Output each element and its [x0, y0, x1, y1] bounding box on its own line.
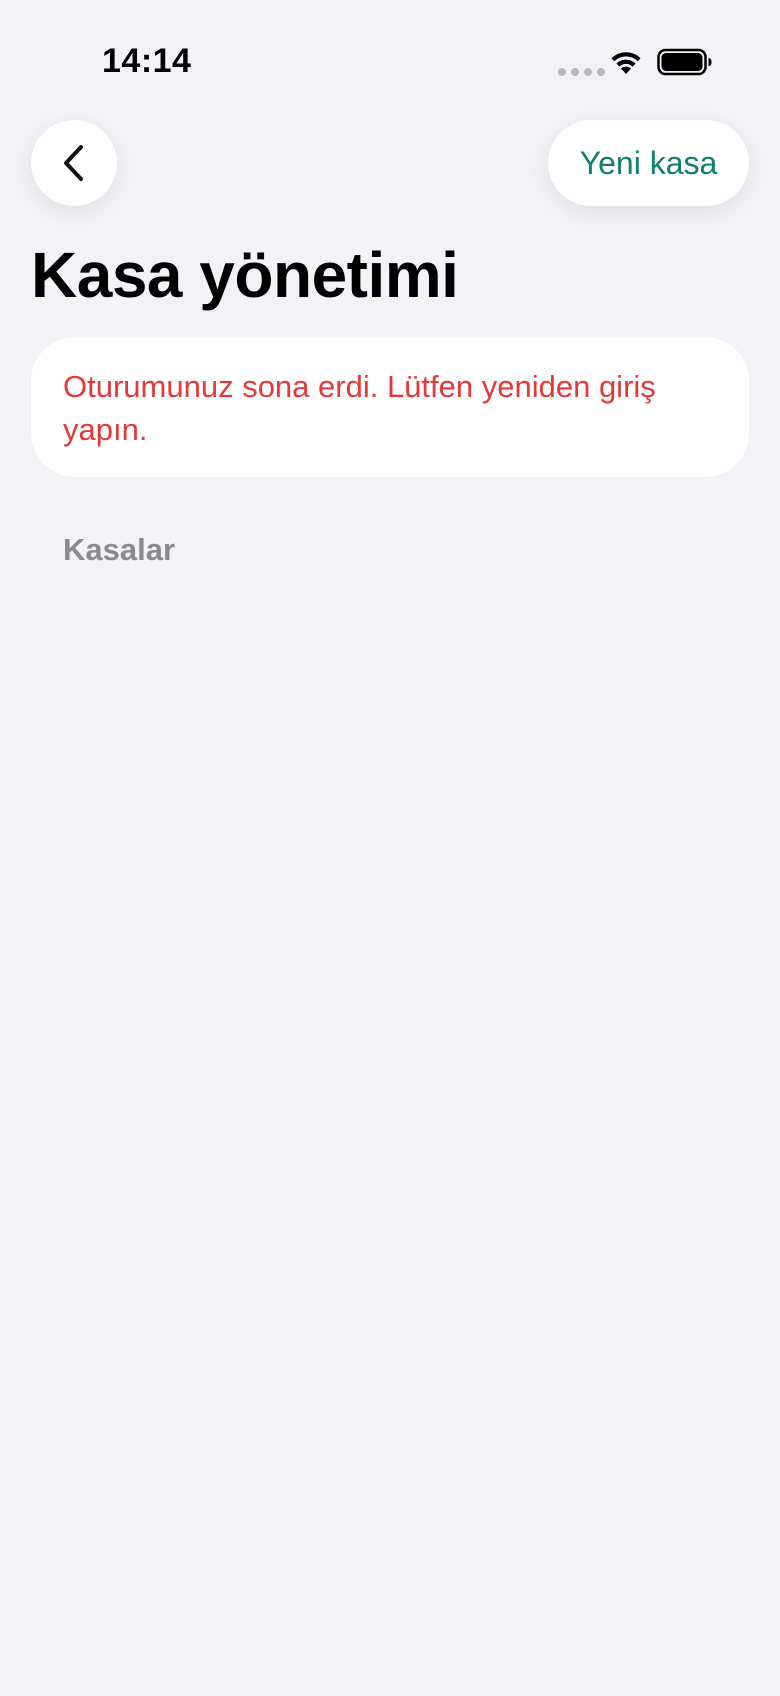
page-title: Kasa yönetimi — [31, 239, 459, 311]
chevron-left-icon — [64, 145, 83, 181]
vaults-section-label: Kasalar — [63, 532, 176, 567]
back-button[interactable] — [31, 120, 117, 206]
wifi-icon — [611, 52, 641, 74]
cellular-signal-icon — [558, 68, 605, 76]
status-bar: 14:14 — [0, 0, 780, 120]
status-time: 14:14 — [102, 42, 192, 80]
new-vault-button[interactable]: Yeni kasa — [548, 120, 749, 206]
error-card: Oturumunuz sona erdi. Lütfen yeniden gir… — [31, 337, 749, 477]
battery-icon — [657, 48, 712, 76]
error-message: Oturumunuz sona erdi. Lütfen yeniden gir… — [63, 369, 656, 447]
